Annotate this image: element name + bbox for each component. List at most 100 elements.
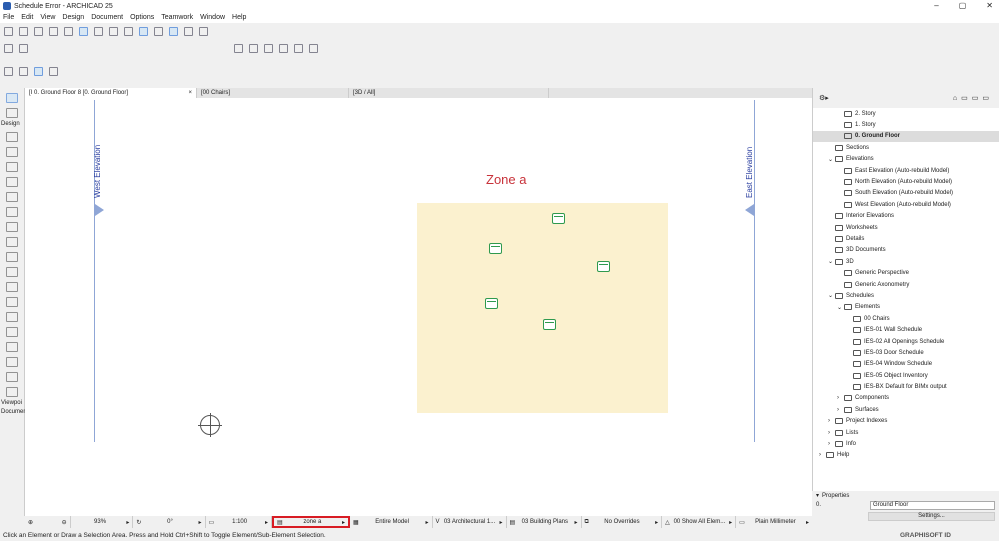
menu-help[interactable]: Help xyxy=(232,14,246,21)
east-elevation-marker-icon[interactable] xyxy=(745,204,754,216)
snap-icon[interactable] xyxy=(79,27,88,36)
slab-tool[interactable] xyxy=(6,177,18,187)
gravity-icon[interactable] xyxy=(169,27,178,36)
chevron-right-icon[interactable]: › xyxy=(837,395,844,401)
story-name-field[interactable]: Ground Floor xyxy=(870,500,995,510)
zoom-controls[interactable]: ⊕ ⊖ xyxy=(25,516,71,528)
navigator-options-icon[interactable]: ⚙▸ xyxy=(819,94,829,102)
door-tool[interactable] xyxy=(6,282,18,292)
menu-file[interactable]: File xyxy=(3,14,14,21)
trace-icon[interactable] xyxy=(154,27,163,36)
align-icon[interactable] xyxy=(294,44,303,53)
navigator-item[interactable]: 00 Chairs xyxy=(813,313,999,324)
navigator-item[interactable]: Worksheets xyxy=(813,222,999,233)
menu-document[interactable]: Document xyxy=(91,14,123,21)
navigator-item[interactable]: 2. Story xyxy=(813,108,999,119)
chair-object[interactable] xyxy=(485,298,498,309)
window-icon[interactable] xyxy=(19,44,28,53)
navigator-item[interactable]: › Help xyxy=(813,450,999,461)
chair-object[interactable] xyxy=(552,213,565,224)
east-elevation-line[interactable] xyxy=(754,100,755,442)
marquee-icon[interactable] xyxy=(19,66,28,76)
navigator-item[interactable]: Sections xyxy=(813,142,999,153)
column-tool[interactable] xyxy=(6,147,18,157)
chair-object[interactable] xyxy=(597,261,610,272)
navigator-item[interactable]: IES-04 Window Schedule xyxy=(813,359,999,370)
window-tool[interactable] xyxy=(6,297,18,307)
navigator-item[interactable]: Interior Elevations xyxy=(813,211,999,222)
chevron-right-icon[interactable]: › xyxy=(837,407,844,413)
chair-object[interactable] xyxy=(489,243,502,254)
navigator-item[interactable]: ⌄ Schedules xyxy=(813,290,999,301)
menu-options[interactable]: Options xyxy=(130,14,154,21)
navigator-item[interactable]: West Elevation (Auto-rebuild Model) xyxy=(813,199,999,210)
navigator-item[interactable]: South Elevation (Auto-rebuild Model) xyxy=(813,188,999,199)
navigator-item[interactable]: Details xyxy=(813,233,999,244)
dimension-standard-field[interactable]: ▤ 03 Building Plans ▸ xyxy=(507,516,582,528)
zone-label[interactable]: Zone a xyxy=(486,172,526,187)
chevron-right-icon[interactable]: › xyxy=(828,418,835,424)
zoom-in-icon[interactable]: ⊕ xyxy=(28,519,33,526)
layout-icon[interactable] xyxy=(279,44,288,53)
rotation-field[interactable]: ↻ 0° ▸ xyxy=(133,516,206,528)
graphisoft-id-link[interactable]: GRAPHISOFT ID xyxy=(900,532,951,539)
chevron-right-icon[interactable]: › xyxy=(828,430,835,436)
chevron-down-icon[interactable]: ⌄ xyxy=(828,292,835,299)
mesh-tool[interactable] xyxy=(6,252,18,262)
chevron-down-icon[interactable]: ⌄ xyxy=(837,304,844,311)
inject-icon[interactable] xyxy=(49,27,58,36)
collapse-icon[interactable]: ▾ xyxy=(816,492,819,499)
pick-up-icon[interactable] xyxy=(34,27,43,36)
pen-set-field[interactable]: V 03 Architectural 1... ▸ xyxy=(433,516,507,528)
chevron-down-icon[interactable]: ⌄ xyxy=(828,258,835,265)
zoom-out-icon[interactable]: ⊖ xyxy=(62,519,67,526)
navigator-item[interactable]: Generic Perspective xyxy=(813,267,999,278)
navigator-item[interactable]: IES-01 Wall Schedule xyxy=(813,324,999,335)
navigator-item[interactable]: 1. Story xyxy=(813,119,999,130)
publish-icon[interactable] xyxy=(264,44,273,53)
navigator-map-buttons[interactable]: ⌂▭▭▭ xyxy=(953,94,993,102)
scissors-icon[interactable] xyxy=(184,27,193,36)
tab-floor-plan[interactable]: [I 0. Ground Floor 8 [0. Ground Floor] × xyxy=(25,88,197,98)
menu-design[interactable]: Design xyxy=(62,14,84,21)
grid-icon[interactable] xyxy=(94,27,103,36)
chevron-down-icon[interactable]: ⌄ xyxy=(828,156,835,163)
railing-tool[interactable] xyxy=(6,207,18,217)
menu-view[interactable]: View xyxy=(40,14,55,21)
lamp-tool[interactable] xyxy=(6,357,18,367)
west-elevation-marker-icon[interactable] xyxy=(95,204,104,216)
undo-icon[interactable] xyxy=(4,27,13,36)
lock-icon[interactable] xyxy=(124,27,133,36)
navigator-item[interactable]: North Elevation (Auto-rebuild Model) xyxy=(813,176,999,187)
opening-tool[interactable] xyxy=(6,387,18,397)
tab-3d[interactable]: [3D / All] xyxy=(349,88,549,98)
tab-close-icon[interactable]: × xyxy=(188,90,192,96)
morph-tool[interactable] xyxy=(6,372,18,382)
selection-mode-icon[interactable] xyxy=(4,66,13,76)
chevron-right-icon[interactable]: › xyxy=(828,441,835,447)
door-icon[interactable] xyxy=(4,44,13,53)
navigator-item[interactable]: › Info xyxy=(813,438,999,449)
skylight-tool[interactable] xyxy=(6,312,18,322)
orbit-icon[interactable] xyxy=(34,66,43,76)
zone-tool[interactable] xyxy=(6,342,18,352)
layer-icon[interactable] xyxy=(109,27,118,36)
zone-area[interactable] xyxy=(417,203,668,413)
object-tool[interactable] xyxy=(6,327,18,337)
model-view-field[interactable]: ▦ Entire Model ▸ xyxy=(350,516,433,528)
distribute-icon[interactable] xyxy=(309,44,318,53)
redo-icon[interactable] xyxy=(19,27,28,36)
shell-tool[interactable] xyxy=(6,237,18,247)
navigator-item[interactable]: ⌄ Elements xyxy=(813,302,999,313)
navigator-item[interactable]: IES-05 Object Inventory xyxy=(813,370,999,381)
navigator-item[interactable]: IES-02 All Openings Schedule xyxy=(813,336,999,347)
scale-field[interactable]: ▭ 1:100 ▸ xyxy=(206,516,273,528)
chevron-right-icon[interactable]: › xyxy=(819,452,826,458)
menu-edit[interactable]: Edit xyxy=(21,14,33,21)
dimension-field[interactable]: ▭ Plain Millimeter ▸ xyxy=(736,516,812,528)
navigator-item[interactable]: Generic Axonometry xyxy=(813,279,999,290)
wall-tool[interactable] xyxy=(6,132,18,142)
project-origin-icon[interactable] xyxy=(198,413,222,437)
navigator-item[interactable]: IES-03 Door Schedule xyxy=(813,347,999,358)
roof-tool[interactable] xyxy=(6,222,18,232)
